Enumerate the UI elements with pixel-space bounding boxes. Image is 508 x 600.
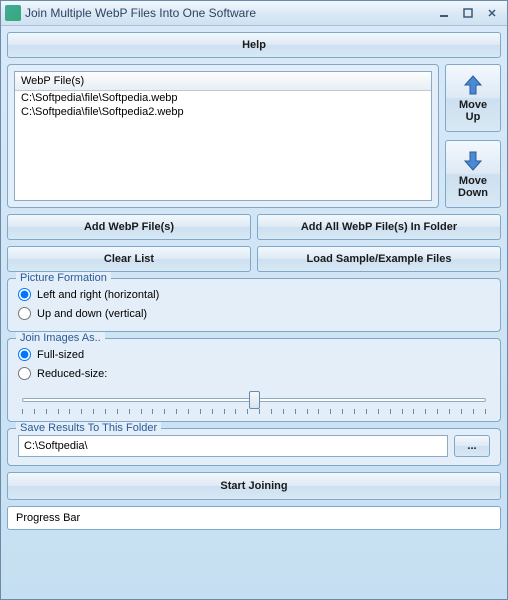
slider-ticks (22, 409, 486, 415)
add-folder-button[interactable]: Add All WebP File(s) In Folder (257, 214, 501, 240)
arrow-down-icon (461, 149, 485, 173)
save-results-legend: Save Results To This Folder (16, 422, 161, 434)
file-list-row: WebP File(s) C:\Softpedia\file\Softpedia… (7, 64, 501, 208)
picture-formation-group: Picture Formation Left and right (horizo… (7, 278, 501, 332)
full-sized-label: Full-sized (37, 349, 84, 361)
reduced-size-label: Reduced-size: (37, 368, 107, 380)
join-images-group: Join Images As.. Full-sized Reduced-size… (7, 338, 501, 422)
app-icon (5, 5, 21, 21)
vertical-radio[interactable] (18, 307, 31, 320)
reduced-size-radio[interactable] (18, 367, 31, 380)
minimize-icon (439, 8, 449, 18)
clear-list-button[interactable]: Clear List (7, 246, 251, 272)
browse-button[interactable]: ... (454, 435, 490, 457)
move-up-button[interactable]: Move Up (445, 64, 501, 132)
list-item[interactable]: C:\Softpedia\file\Softpedia.webp (15, 91, 431, 105)
reduced-size-radio-row[interactable]: Reduced-size: (18, 364, 490, 383)
file-list-header: WebP File(s) (15, 72, 431, 91)
window-controls (433, 4, 503, 22)
action-buttons-grid: Add WebP File(s) Add All WebP File(s) In… (7, 214, 501, 272)
join-images-legend: Join Images As.. (16, 332, 105, 344)
add-files-button[interactable]: Add WebP File(s) (7, 214, 251, 240)
move-up-label: Move Up (459, 99, 487, 123)
list-item[interactable]: C:\Softpedia\file\Softpedia2.webp (15, 105, 431, 119)
move-down-button[interactable]: Move Down (445, 140, 501, 208)
horizontal-radio[interactable] (18, 288, 31, 301)
full-sized-radio[interactable] (18, 348, 31, 361)
maximize-button[interactable] (457, 4, 479, 22)
move-down-label: Move Down (458, 175, 488, 199)
vertical-radio-row[interactable]: Up and down (vertical) (18, 304, 490, 323)
minimize-button[interactable] (433, 4, 455, 22)
titlebar: Join Multiple WebP Files Into One Softwa… (1, 1, 507, 26)
move-buttons-column: Move Up Move Down (445, 64, 501, 208)
help-button[interactable]: Help (7, 32, 501, 58)
full-sized-radio-row[interactable]: Full-sized (18, 345, 490, 364)
vertical-label: Up and down (vertical) (37, 308, 147, 320)
size-slider-container (18, 389, 490, 413)
main-window: Join Multiple WebP Files Into One Softwa… (0, 0, 508, 600)
path-row: ... (18, 435, 490, 457)
slider-thumb[interactable] (249, 391, 260, 409)
horizontal-radio-row[interactable]: Left and right (horizontal) (18, 285, 490, 304)
save-results-group: Save Results To This Folder ... (7, 428, 501, 466)
file-listbox[interactable]: WebP File(s) C:\Softpedia\file\Softpedia… (14, 71, 432, 201)
picture-formation-legend: Picture Formation (16, 272, 111, 284)
arrow-up-icon (461, 73, 485, 97)
maximize-icon (463, 8, 473, 18)
output-path-input[interactable] (18, 435, 448, 457)
close-icon (487, 8, 497, 18)
close-button[interactable] (481, 4, 503, 22)
progress-label: Progress Bar (16, 512, 80, 524)
content-area: Help WebP File(s) C:\Softpedia\file\Soft… (1, 26, 507, 536)
start-joining-button[interactable]: Start Joining (7, 472, 501, 500)
horizontal-label: Left and right (horizontal) (37, 289, 159, 301)
window-title: Join Multiple WebP Files Into One Softwa… (25, 6, 433, 20)
progress-bar-panel: Progress Bar (7, 506, 501, 530)
size-slider[interactable] (22, 389, 486, 413)
load-sample-button[interactable]: Load Sample/Example Files (257, 246, 501, 272)
file-list-panel: WebP File(s) C:\Softpedia\file\Softpedia… (7, 64, 439, 208)
